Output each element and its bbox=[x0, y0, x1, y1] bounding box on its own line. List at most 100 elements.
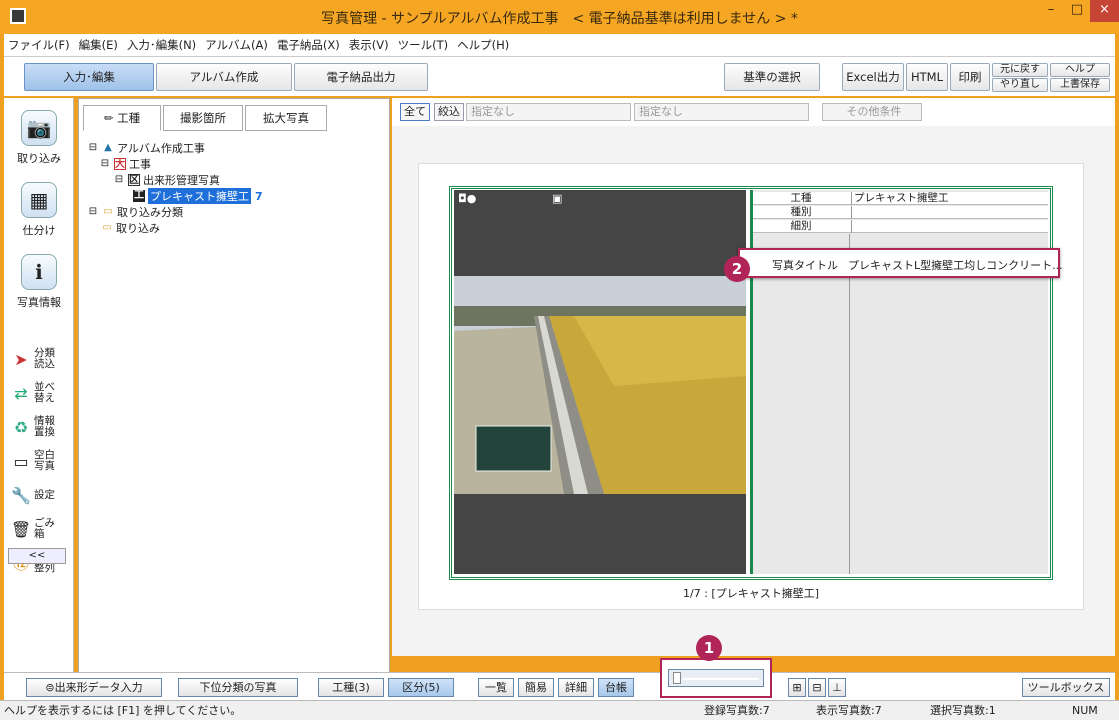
status-help: ヘルプを表示するには [F1] を押してください。 bbox=[4, 704, 242, 717]
dekigata-input-label: 出来形データ入力 bbox=[54, 681, 143, 694]
kubun-count-button[interactable]: 区分(5) bbox=[388, 678, 454, 697]
help-button[interactable]: ヘルプ bbox=[1050, 63, 1110, 77]
tree-node-dekigata-label: 出来形管理写真 bbox=[143, 174, 220, 187]
sidebar-reorder[interactable]: ⇄ 並べ替え bbox=[10, 380, 72, 406]
sidebar-import-label: 取り込み bbox=[17, 152, 61, 165]
maximize-button[interactable]: □ bbox=[1064, 0, 1090, 22]
dai-badge-icon: 大 bbox=[114, 158, 126, 170]
tab-location[interactable]: 撮影箇所 bbox=[163, 105, 243, 131]
sidebar-load-class-label: 分類読込 bbox=[34, 347, 55, 370]
sidebar-photo-info-label: 写真情報 bbox=[17, 296, 61, 309]
tree-node-koji[interactable]: ⊟ 大工事 bbox=[99, 156, 151, 172]
simple-view-button[interactable]: 簡易 bbox=[518, 678, 554, 697]
ko-badge-icon: 工 bbox=[133, 190, 145, 202]
dekigata-input-button[interactable]: ⊜出来形データ入力 bbox=[26, 678, 162, 697]
zoom-slider-highlight bbox=[660, 658, 772, 698]
expand-icon: ⊟ bbox=[114, 174, 124, 185]
wrench-icon: 🔧 bbox=[11, 485, 31, 505]
sidebar-replace[interactable]: ♻ 情報置換 bbox=[10, 414, 72, 440]
callout-marker-2: 2 bbox=[724, 256, 750, 282]
tree-node-koji-label: 工事 bbox=[129, 158, 151, 171]
filter-select-1[interactable]: 指定なし bbox=[466, 103, 631, 121]
minimize-button[interactable]: – bbox=[1038, 0, 1064, 22]
fit-height-button[interactable]: ⊥ bbox=[828, 678, 846, 697]
toolbox-button[interactable]: ツールボックス bbox=[1022, 678, 1110, 697]
tree-import-group[interactable]: ⊟ ▭ 取り込み分類 bbox=[87, 204, 183, 220]
tree-node-precast-label: プレキャスト擁壁工 bbox=[148, 188, 251, 204]
mode-electronic-button[interactable]: 電子納品出力 bbox=[294, 63, 428, 91]
info-row-koshu[interactable]: 工種 プレキャスト擁壁工 bbox=[753, 192, 1048, 205]
tree-import-group-label: 取り込み分類 bbox=[117, 206, 183, 219]
tab-enlarged[interactable]: 拡大写真 bbox=[245, 105, 327, 131]
redo-button[interactable]: やり直し bbox=[992, 78, 1048, 92]
menu-tools[interactable]: ツール(T) bbox=[398, 37, 449, 53]
status-registered: 登録写真数:7 bbox=[704, 704, 770, 717]
filter-bar: 全て 絞込 指定なし 指定なし その他条件 bbox=[392, 98, 1115, 126]
info-row-saibetsu[interactable]: 細別 bbox=[753, 220, 1048, 233]
mode-album-button[interactable]: アルバム作成 bbox=[156, 63, 292, 91]
sidebar-settings[interactable]: 🔧 設定 bbox=[10, 482, 72, 508]
expand-icon: ⊟ bbox=[88, 206, 98, 217]
sidebar-load-class[interactable]: ➤ 分類読込 bbox=[10, 346, 72, 372]
info-row-shubetsu[interactable]: 種別 bbox=[753, 206, 1048, 219]
sidebar-import[interactable]: 📷 取り込み bbox=[4, 110, 74, 166]
site-photo[interactable] bbox=[454, 276, 746, 494]
tree-root[interactable]: ⊟ ▲ アルバム作成工事 bbox=[87, 140, 205, 156]
status-selected: 選択写真数:1 bbox=[930, 704, 996, 717]
list-view-button[interactable]: 一覧 bbox=[478, 678, 514, 697]
tree-import-child[interactable]: ▭ 取り込み bbox=[101, 220, 160, 236]
menu-view[interactable]: 表示(V) bbox=[349, 37, 389, 53]
fit-width-button[interactable]: ⊟ bbox=[808, 678, 826, 697]
close-button[interactable]: × bbox=[1090, 0, 1119, 22]
folder-icon: ▭ bbox=[102, 222, 112, 233]
slider-thumb[interactable] bbox=[673, 672, 681, 684]
fit-page-button[interactable]: ⊞ bbox=[788, 678, 806, 697]
sidebar-reorder-label: 並べ替え bbox=[34, 381, 55, 404]
kijun-button[interactable]: 基準の選択 bbox=[724, 63, 820, 91]
fit-width-icon: ⊟ bbox=[812, 681, 822, 694]
tree-panel: ✏ 工種 撮影箇所 拡大写真 ⊟ ▲ アルバム作成工事 ⊟ 大工事 ⊟ 区出来形管理写真… bbox=[78, 98, 390, 673]
sidebar-sort[interactable]: ▦ 仕分け bbox=[4, 182, 74, 238]
status-bar: ヘルプを表示するには [F1] を押してください。 登録写真数:7 表示写真数:… bbox=[0, 700, 1119, 720]
koshu-count-button[interactable]: 工種(3) bbox=[318, 678, 384, 697]
tree-node-precast[interactable]: 工プレキャスト擁壁工 7 bbox=[133, 188, 263, 204]
excel-button[interactable]: Excel出力 bbox=[842, 63, 904, 91]
ledger-view-button[interactable]: 台帳 bbox=[598, 678, 634, 697]
menu-album[interactable]: アルバム(A) bbox=[205, 37, 268, 53]
tab-koshu[interactable]: ✏ 工種 bbox=[83, 105, 161, 131]
pencil-icon: ✏ bbox=[103, 111, 118, 125]
sidebar-trash[interactable]: 🗑 ごみ箱 bbox=[10, 516, 72, 542]
narrow-button[interactable]: 絞込 bbox=[434, 103, 464, 121]
load-class-icon: ➤ bbox=[14, 349, 28, 369]
menu-help[interactable]: ヘルプ(H) bbox=[457, 37, 509, 53]
menu-edit[interactable]: 編集(E) bbox=[79, 37, 118, 53]
expand-icon: ⊟ bbox=[88, 142, 98, 153]
overwrite-save-button[interactable]: 上書保存 bbox=[1050, 78, 1110, 92]
ku-badge-icon: 区 bbox=[128, 174, 140, 186]
all-button[interactable]: 全て bbox=[400, 103, 430, 121]
sidebar-photo-info[interactable]: ℹ 写真情報 bbox=[4, 254, 74, 310]
tree-node-dekigata[interactable]: ⊟ 区出来形管理写真 bbox=[113, 172, 220, 188]
undo-button[interactable]: 元に戻す bbox=[992, 63, 1048, 77]
html-button[interactable]: HTML bbox=[906, 63, 948, 91]
photo-title-row[interactable]: 写真タイトル プレキャストL型擁壁工均しコンクリート... bbox=[738, 248, 1063, 278]
menu-input-edit[interactable]: 入力･編集(N) bbox=[127, 37, 196, 53]
mark-icon: ▣ bbox=[552, 192, 563, 205]
menu-file[interactable]: ファイル(F) bbox=[8, 37, 70, 53]
album-icon: ▲ bbox=[104, 142, 112, 153]
vertical-scrollbar[interactable] bbox=[1102, 136, 1115, 656]
sidebar-blank-photo[interactable]: ▭ 空白写真 bbox=[10, 448, 72, 474]
tab-koshu-label: 工種 bbox=[117, 111, 141, 125]
detail-view-button[interactable]: 詳細 bbox=[558, 678, 594, 697]
trash-icon: 🗑 bbox=[10, 519, 32, 539]
blank-photo-icon: ▭ bbox=[13, 451, 29, 471]
fit-page-icon: ⊞ bbox=[792, 681, 802, 694]
mode-input-edit-button[interactable]: 入力･編集 bbox=[24, 63, 154, 91]
collapse-sidebar-button[interactable]: << bbox=[8, 548, 66, 564]
other-conditions-button[interactable]: その他条件 bbox=[822, 103, 922, 121]
filter-select-2[interactable]: 指定なし bbox=[634, 103, 809, 121]
print-button[interactable]: 印刷 bbox=[950, 63, 990, 91]
sub-class-photos-button[interactable]: 下位分類の写真 bbox=[178, 678, 298, 697]
zoom-slider[interactable] bbox=[668, 669, 764, 687]
menu-electronic[interactable]: 電子納品(X) bbox=[277, 37, 340, 53]
